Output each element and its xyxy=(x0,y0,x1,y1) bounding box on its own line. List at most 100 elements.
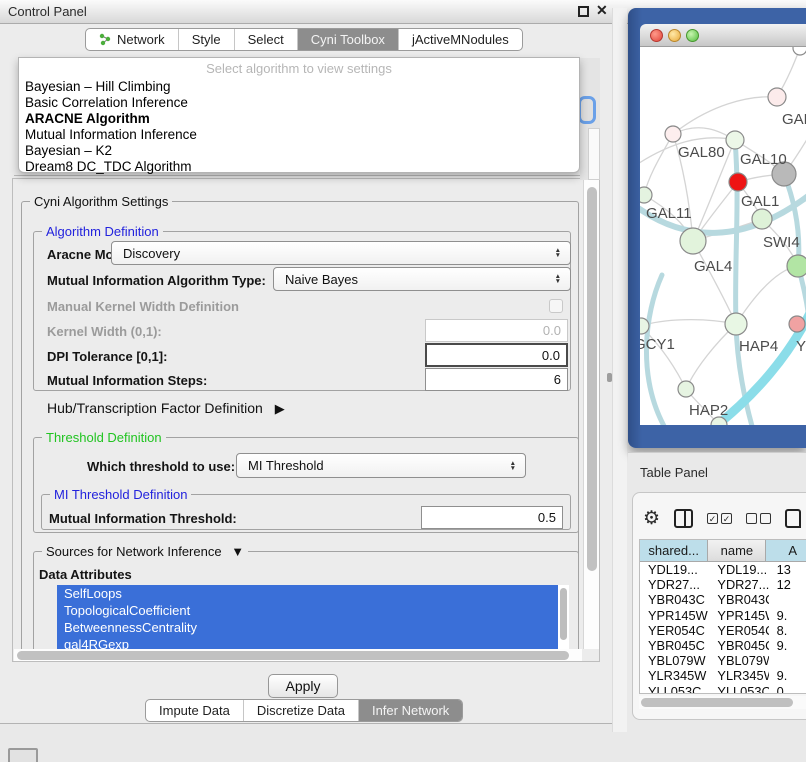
close-traffic-light[interactable] xyxy=(650,29,663,42)
network-window-titlebar[interactable] xyxy=(640,24,806,47)
algorithm-option-dream8-dc-tdc-algorithm[interactable]: Dream8 DC_TDC Algorithm xyxy=(19,159,579,175)
table-row[interactable]: YBR043CYBR043C xyxy=(640,592,806,607)
attributes-scrollbar[interactable] xyxy=(559,587,568,653)
algorithm-option-bayesian-hill-climbing[interactable]: Bayesian – Hill Climbing xyxy=(19,79,579,95)
sources-title: Sources for Network Inference xyxy=(46,544,222,559)
network-edge[interactable] xyxy=(641,320,736,326)
node-label-y: Y xyxy=(796,338,806,355)
background-panel-sliver xyxy=(580,58,600,180)
dock-panel-icon[interactable] xyxy=(8,748,38,762)
network-node[interactable] xyxy=(678,381,694,397)
tab-infer-network[interactable]: Infer Network xyxy=(359,700,462,721)
which-threshold-value: MI Threshold xyxy=(248,458,324,473)
tab-style[interactable]: Style xyxy=(179,29,235,50)
network-view-window: GAL80GAL10GALGAL1GAL11SWI4GAL4GCY1HAP4YH… xyxy=(628,8,806,448)
attribute-item-topologicalcoefficient[interactable]: TopologicalCoefficient xyxy=(57,602,558,619)
node-label-gal80: GAL80 xyxy=(678,144,725,161)
algorithm-option-aracne-algorithm[interactable]: ARACNE Algorithm xyxy=(19,111,579,127)
dpi-tolerance-field[interactable]: 0.0 xyxy=(425,343,568,367)
group-title: Cyni Algorithm Settings xyxy=(30,194,172,209)
select-all-checks-icon[interactable]: ✓✓ xyxy=(707,513,732,524)
node-label-gal10: GAL10 xyxy=(740,151,787,168)
attribute-item-selfloops[interactable]: SelfLoops xyxy=(57,585,558,602)
panel-gap xyxy=(612,8,627,732)
sources-toggle[interactable]: Sources for Network Inference ▼ xyxy=(42,544,248,559)
network-node[interactable] xyxy=(768,88,786,106)
mi-threshold-field[interactable]: 0.5 xyxy=(421,506,563,529)
table-row[interactable]: YDL19...YDL19...13 xyxy=(640,562,806,577)
manual-kernel-checkbox[interactable] xyxy=(549,299,563,313)
hub-definition-label: Hub/Transcription Factor Definition xyxy=(47,400,263,416)
mi-steps-field[interactable]: 6 xyxy=(425,368,568,391)
network-node[interactable] xyxy=(752,209,772,229)
tab-impute-data[interactable]: Impute Data xyxy=(146,700,244,721)
network-node[interactable] xyxy=(665,126,681,142)
float-window-icon[interactable] xyxy=(578,6,589,17)
aracne-mode-select[interactable]: Discovery ▲▼ xyxy=(111,241,571,265)
table-row[interactable]: YPR145WYPR145W9. xyxy=(640,608,806,623)
column-header-shared[interactable]: shared... xyxy=(640,540,708,561)
deselect-all-checks-icon[interactable] xyxy=(746,513,771,524)
table-row[interactable]: YER054CYER054C8. xyxy=(640,623,806,638)
network-canvas[interactable]: GAL80GAL10GALGAL1GAL11SWI4GAL4GCY1HAP4YH… xyxy=(640,47,806,425)
tab-cyni-toolbox[interactable]: Cyni Toolbox xyxy=(298,29,399,50)
which-threshold-select[interactable]: MI Threshold ▲▼ xyxy=(236,453,526,478)
network-edge[interactable] xyxy=(736,266,798,324)
gear-icon[interactable]: ⚙ xyxy=(643,509,660,528)
table-row[interactable]: YLL053CYLL053C0. xyxy=(640,684,806,695)
tab-network[interactable]: Network xyxy=(86,29,179,50)
table-doc-icon[interactable] xyxy=(785,509,801,528)
table-cell: YBL079W xyxy=(709,653,768,668)
network-node[interactable] xyxy=(789,316,805,332)
apply-button[interactable]: Apply xyxy=(268,674,338,698)
network-node[interactable] xyxy=(725,313,747,335)
close-icon[interactable]: ✕ xyxy=(596,2,608,19)
network-edge[interactable] xyxy=(644,134,673,195)
focused-button-fragment xyxy=(578,96,596,124)
algorithm-option-basic-correlation-inference[interactable]: Basic Correlation Inference xyxy=(19,95,579,111)
table-cell: 8. xyxy=(769,623,806,638)
table-cell: 0. xyxy=(769,684,806,695)
algorithm-option-bayesian-k2[interactable]: Bayesian – K2 xyxy=(19,143,579,159)
column-header-a[interactable]: A xyxy=(766,540,806,561)
tab-discretize-data[interactable]: Discretize Data xyxy=(244,700,359,721)
network-edge[interactable] xyxy=(686,324,736,389)
attribute-item-betweennesscentrality[interactable]: BetweennessCentrality xyxy=(57,619,558,636)
table-cell: YLL053C xyxy=(640,684,709,695)
network-edge[interactable] xyxy=(693,241,736,324)
table-row[interactable]: YBR045CYBR045C9. xyxy=(640,638,806,653)
table-cell: YDR27... xyxy=(709,577,768,592)
table-horizontal-scrollbar[interactable] xyxy=(639,696,806,709)
table-row[interactable]: YBL079WYBL079W xyxy=(640,653,806,668)
tab-label: Discretize Data xyxy=(257,703,345,718)
column-header-name[interactable]: name xyxy=(708,540,766,561)
settings-vertical-scrollbar[interactable] xyxy=(583,179,599,649)
splitter-handle[interactable] xyxy=(607,373,612,382)
table-body: YDL19...YDL19...13YDR27...YDR27...12YBR0… xyxy=(640,562,806,694)
kernel-width-field[interactable]: 0.0 xyxy=(425,319,568,342)
mi-algorithm-type-select[interactable]: Naive Bayes ▲▼ xyxy=(273,267,571,291)
network-node[interactable] xyxy=(787,255,806,277)
table-toolbar: ⚙ ✓✓ xyxy=(643,505,806,531)
network-node[interactable] xyxy=(726,131,744,149)
algorithm-option-mutual-information-inference[interactable]: Mutual Information Inference xyxy=(19,127,579,143)
tab-jactivemnodules[interactable]: jActiveMNodules xyxy=(399,29,522,50)
network-node[interactable] xyxy=(680,228,706,254)
table-cell: YDL19... xyxy=(640,562,709,577)
network-node[interactable] xyxy=(640,187,652,203)
node-label-gcy1: GCY1 xyxy=(640,336,675,353)
columns-icon[interactable] xyxy=(674,509,693,528)
tab-select[interactable]: Select xyxy=(235,29,298,50)
zoom-traffic-light[interactable] xyxy=(686,29,699,42)
network-node[interactable] xyxy=(729,173,747,191)
minimize-traffic-light[interactable] xyxy=(668,29,681,42)
panel-title: Control Panel xyxy=(8,4,87,19)
network-node[interactable] xyxy=(793,47,806,55)
table-row[interactable]: YDR27...YDR27...12 xyxy=(640,577,806,592)
chevron-down-icon: ▼ xyxy=(231,544,244,559)
hub-definition-toggle[interactable]: Hub/Transcription Factor Definition ▶ xyxy=(47,400,285,417)
table-row[interactable]: YLR345WYLR345W9. xyxy=(640,668,806,683)
settings-horizontal-scrollbar[interactable] xyxy=(14,649,582,662)
table-cell xyxy=(769,592,806,607)
mi-type-label: Mutual Information Algorithm Type: xyxy=(47,273,266,288)
